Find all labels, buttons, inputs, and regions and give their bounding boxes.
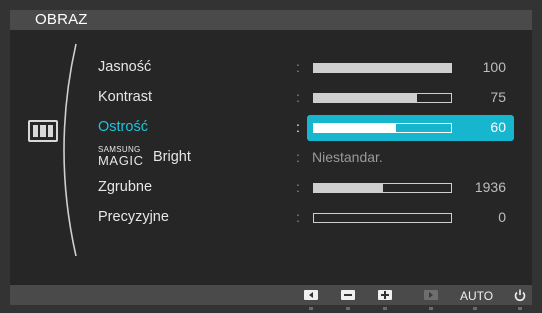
separator: : [296, 119, 300, 135]
slider-fill [314, 184, 383, 192]
setting-value: 100 [482, 59, 506, 75]
enter-icon [429, 292, 433, 298]
left-arrow-button[interactable] [304, 290, 318, 300]
auto-button[interactable]: AUTO [460, 289, 493, 303]
setting-row-magic-bright[interactable]: SAMSUNG MAGIC Bright : Niestandar. [0, 145, 542, 171]
setting-value: 0 [498, 209, 506, 225]
setting-value: Niestandar. [312, 149, 383, 165]
plus-icon [381, 291, 389, 299]
minus-button[interactable] [341, 290, 355, 300]
setting-value: 75 [490, 89, 506, 105]
button-marker [429, 307, 433, 310]
title-bar: OBRAZ [10, 10, 532, 30]
setting-label: Ostrość [98, 119, 148, 135]
sharpness-slider[interactable] [313, 123, 452, 133]
setting-row-contrast[interactable]: Kontrast : 75 [0, 85, 542, 111]
contrast-slider[interactable] [313, 93, 452, 103]
separator: : [296, 59, 300, 75]
slider-fill [314, 124, 397, 132]
slider-fill [314, 94, 417, 102]
setting-row-brightness[interactable]: Jasność : 100 [0, 55, 542, 81]
setting-label: Zgrubne [98, 179, 153, 195]
setting-value: 60 [490, 119, 506, 135]
separator: : [296, 209, 300, 225]
button-guide-bar [10, 285, 532, 305]
power-icon[interactable] [513, 288, 527, 302]
button-marker [383, 307, 387, 310]
setting-value: 1936 [474, 179, 506, 195]
separator: : [296, 149, 300, 165]
menu-title: OBRAZ [35, 11, 88, 28]
setting-row-coarse[interactable]: Zgrubne : 1936 [0, 175, 542, 201]
setting-label: Bright [153, 149, 191, 165]
setting-label: Kontrast [98, 89, 152, 105]
samsung-magic-logo: SAMSUNG MAGIC [98, 145, 144, 168]
setting-row-fine[interactable]: Precyzyjne : 0 [0, 205, 542, 231]
button-marker [309, 307, 313, 310]
brightness-slider[interactable] [313, 63, 452, 73]
separator: : [296, 179, 300, 195]
coarse-slider[interactable] [313, 183, 452, 193]
button-marker [346, 307, 350, 310]
setting-row-sharpness[interactable]: Ostrość : 60 [0, 115, 542, 141]
plus-button[interactable] [378, 290, 392, 300]
button-marker [473, 307, 477, 310]
osd-window: OBRAZ Jasność : 100 Kontrast : 75 Ostroś… [0, 0, 542, 313]
fine-slider[interactable] [313, 213, 452, 223]
button-marker [518, 307, 522, 310]
separator: : [296, 89, 300, 105]
enter-button[interactable] [424, 290, 438, 300]
left-arrow-icon [309, 292, 313, 298]
slider-fill [314, 64, 451, 72]
minus-icon [344, 294, 352, 296]
setting-label: Precyzyjne [98, 209, 169, 225]
setting-label: Jasność [98, 59, 152, 75]
